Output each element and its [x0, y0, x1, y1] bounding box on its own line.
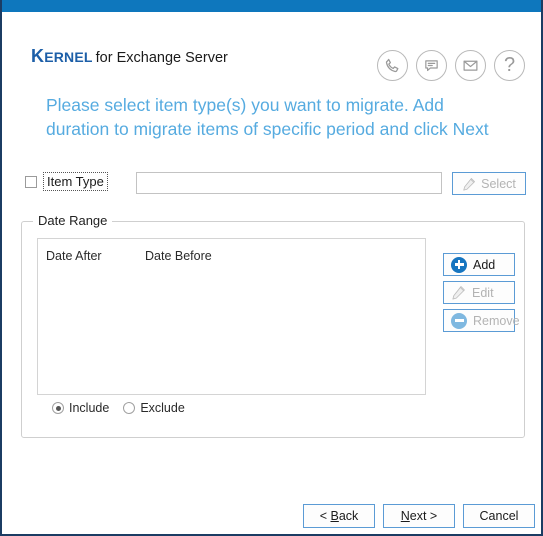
item-type-checkbox[interactable] — [25, 176, 37, 188]
select-button[interactable]: Select — [452, 172, 526, 195]
logo-kernel-text: KERNEL — [31, 46, 93, 66]
chat-icon[interactable] — [416, 50, 447, 81]
add-button[interactable]: Add — [443, 253, 515, 276]
radio-include[interactable]: Include — [52, 401, 109, 415]
column-header-date-before: Date Before — [145, 249, 212, 263]
item-type-label[interactable]: Item Type — [43, 172, 108, 191]
instruction-text: Please select item type(s) you want to m… — [46, 95, 489, 139]
logo-product-text: for Exchange Server — [95, 50, 228, 66]
help-icon-glyph: ? — [503, 54, 516, 76]
date-range-list[interactable]: Date After Date Before — [37, 238, 426, 395]
select-button-label: Select — [481, 176, 516, 191]
next-button-label: Next > — [400, 509, 438, 523]
wizard-footer: < Back Next > Cancel — [303, 504, 535, 528]
header-icon-group: ? — [377, 50, 525, 81]
app-header: KERNEL for Exchange Server ? — [2, 12, 541, 82]
plus-circle-icon — [451, 256, 467, 273]
radio-include-label: Include — [69, 401, 110, 415]
cancel-button[interactable]: Cancel — [463, 504, 535, 528]
minus-circle-icon — [451, 312, 467, 329]
item-type-input[interactable] — [136, 172, 442, 194]
column-header-date-after: Date After — [46, 249, 102, 263]
next-button[interactable]: Next > — [383, 504, 455, 528]
date-range-title: Date Range — [33, 214, 113, 228]
title-bar — [2, 0, 541, 12]
email-icon[interactable] — [455, 50, 486, 81]
remove-button[interactable]: Remove — [443, 309, 520, 332]
back-button[interactable]: < Back — [303, 504, 375, 528]
pencil-icon — [452, 286, 465, 300]
edit-button[interactable]: Edit — [443, 281, 515, 304]
filter-mode-radio-group: Include Exclude — [52, 401, 185, 415]
remove-button-label: Remove — [473, 313, 520, 328]
radio-include-control — [52, 402, 64, 414]
help-icon[interactable]: ? — [494, 50, 525, 81]
application-window: KERNEL for Exchange Server ? Please sele… — [0, 0, 543, 536]
radio-exclude[interactable]: Exclude — [123, 401, 185, 415]
pencil-icon — [463, 177, 476, 191]
edit-button-label: Edit — [472, 285, 494, 300]
date-range-actions: Add Edit Remove — [443, 253, 520, 337]
back-button-label: < Back — [319, 509, 359, 523]
product-logo: KERNEL for Exchange Server — [31, 46, 228, 67]
add-button-label: Add — [473, 257, 496, 272]
cancel-button-label: Cancel — [479, 509, 519, 523]
item-type-row: Item Type Select — [25, 172, 526, 196]
phone-icon[interactable] — [377, 50, 408, 81]
radio-exclude-label: Exclude — [140, 401, 185, 415]
radio-exclude-control — [123, 402, 136, 414]
